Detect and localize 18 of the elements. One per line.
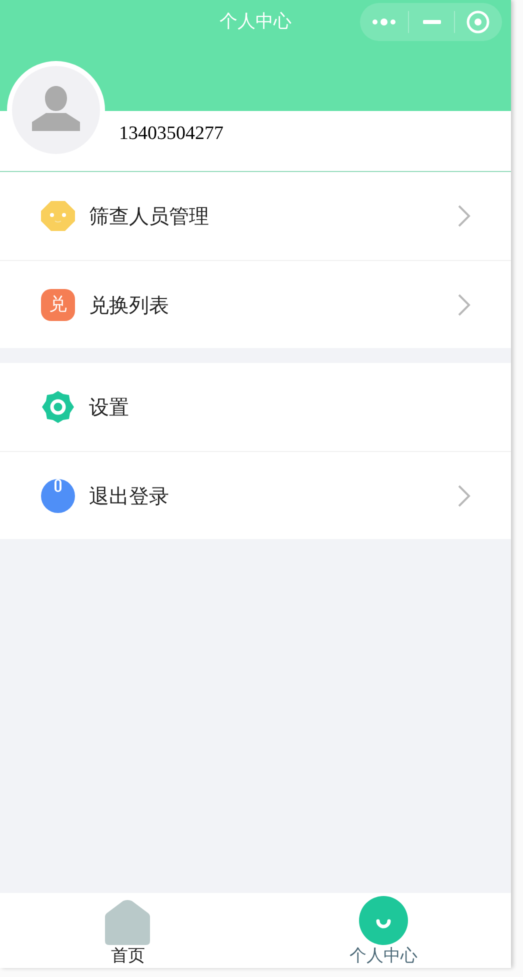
exchange-icon: 兑 (41, 288, 75, 320)
page-title: 个人中心 (220, 10, 292, 34)
menu-item[interactable]: 设置 (0, 363, 511, 451)
menu-item[interactable]: 兑 兑换列表 (0, 260, 511, 348)
tab-item[interactable]: 个人中心 (256, 893, 511, 968)
menu-item[interactable]: 退出登录 (0, 451, 511, 539)
home-icon (105, 900, 150, 945)
menu-item[interactable]: 筛查人员管理 (0, 172, 511, 260)
gear-icon (41, 390, 75, 424)
more-icon (372, 18, 396, 26)
tab-item[interactable]: 首页 (0, 893, 256, 968)
smile-icon (358, 896, 408, 945)
face-icon (41, 200, 75, 232)
person-icon (32, 86, 80, 134)
close-icon (466, 10, 490, 34)
minimize-icon (422, 20, 440, 24)
power-icon (41, 478, 75, 512)
phone-number: 13403504277 (119, 123, 224, 144)
